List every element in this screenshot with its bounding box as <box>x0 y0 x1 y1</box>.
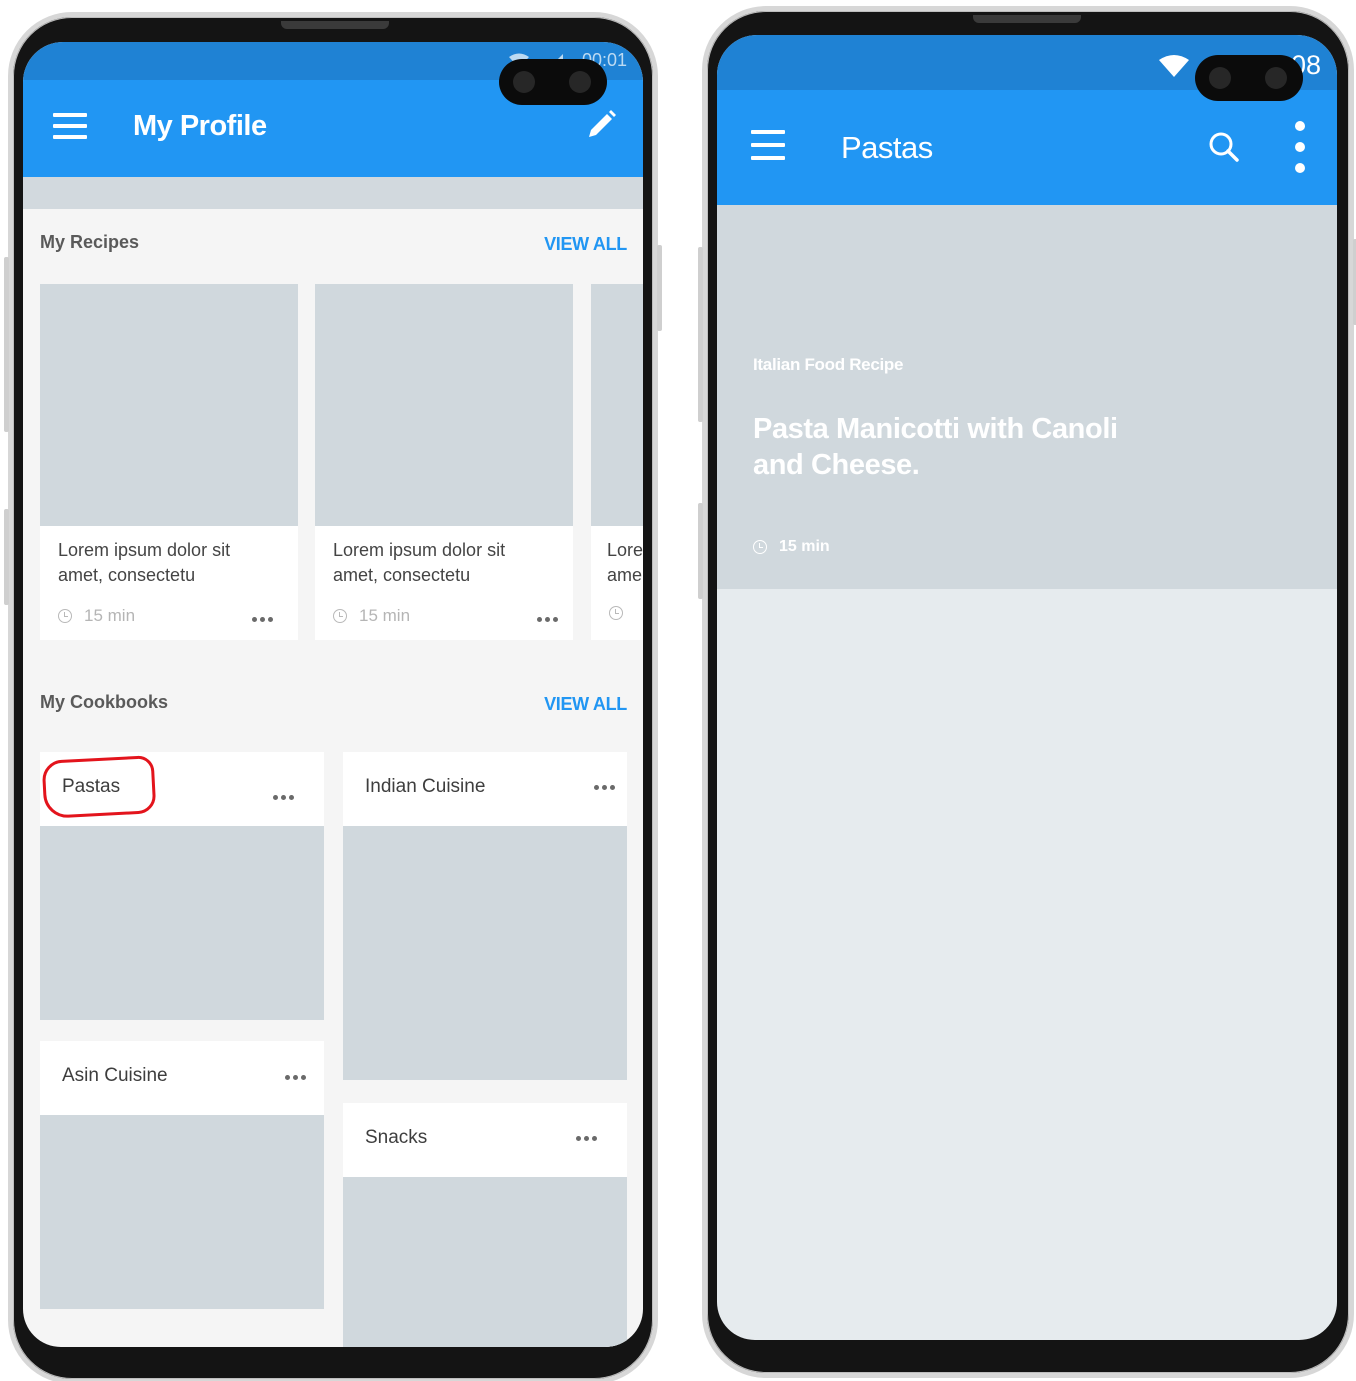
recipe-time: 15 min <box>359 606 411 625</box>
bixby-button <box>698 503 703 599</box>
hero-time: 15 min <box>779 538 830 555</box>
section-title-my-recipes: My Recipes <box>40 232 140 252</box>
recipe-line-2: amet, consectetu <box>333 565 471 585</box>
clock-icon <box>609 606 623 620</box>
hamburger-menu-icon[interactable] <box>53 113 87 139</box>
recipe-hero: Italian Food Recipe Pasta Manicotti with… <box>717 205 1337 589</box>
power-button <box>657 245 662 331</box>
recipe-card[interactable]: Lore ame <box>591 284 643 640</box>
recipe-image-placeholder <box>315 284 573 526</box>
hamburger-menu-icon[interactable] <box>751 130 785 162</box>
search-icon[interactable] <box>1207 130 1241 164</box>
more-horizontal-icon[interactable] <box>285 1075 306 1080</box>
cookbook-card-asin-cuisine[interactable]: Asin Cuisine <box>40 1041 324 1309</box>
divider-strip <box>23 177 643 209</box>
cookbook-image-placeholder <box>40 826 324 1020</box>
more-horizontal-icon[interactable] <box>594 785 615 790</box>
hero-subtitle: Italian Food Recipe <box>753 355 904 374</box>
recipe-meta: 15 min <box>333 606 410 626</box>
more-vertical-icon[interactable] <box>1293 120 1307 174</box>
recipe-card[interactable]: Lorem ipsum dolor sit amet, consectetu 1… <box>40 284 298 640</box>
bixby-button <box>4 509 9 605</box>
more-horizontal-icon[interactable] <box>576 1136 597 1141</box>
recipe-card[interactable]: Lorem ipsum dolor sit amet, consectetu 1… <box>315 284 573 640</box>
recipe-line-1: Lorem ipsum dolor sit <box>58 540 231 560</box>
recipe-line-1: Lorem ipsum dolor sit <box>333 540 506 560</box>
speaker <box>973 15 1081 23</box>
wifi-icon <box>1159 54 1190 77</box>
app-bar: Pastas <box>717 90 1337 205</box>
recipe-line-1: Lore <box>607 540 643 560</box>
volume-button <box>4 257 9 432</box>
hero-title-line-1: Pasta Manicotti with Canoli <box>753 413 1118 445</box>
more-horizontal-icon[interactable] <box>537 617 558 622</box>
section-title-my-cookbooks: My Cookbooks <box>40 692 169 712</box>
cookbook-image-placeholder <box>40 1115 324 1309</box>
cookbook-label: Asin Cuisine <box>62 1065 168 1086</box>
cookbook-image-placeholder <box>343 826 627 1080</box>
cookbook-card-snacks[interactable]: Snacks <box>343 1103 627 1347</box>
recipe-description: Lorem ipsum dolor sit amet, consectetu <box>333 538 533 588</box>
recipe-line-2: ame <box>607 565 643 585</box>
recipe-meta: 15 min <box>58 606 135 626</box>
volume-button <box>698 247 703 422</box>
more-horizontal-icon[interactable] <box>252 617 273 622</box>
view-all-cookbooks-link[interactable]: VIEW ALL <box>544 694 627 715</box>
more-horizontal-icon[interactable] <box>273 795 294 800</box>
red-circle-annotation <box>41 755 157 819</box>
front-camera <box>499 59 607 105</box>
hero-meta: 15 min <box>753 538 830 556</box>
cookbook-label: Indian Cuisine <box>365 776 486 797</box>
cookbook-header: Snacks <box>343 1103 627 1175</box>
recipe-description: Lore ame <box>607 538 643 588</box>
recipe-description: Lorem ipsum dolor sit amet, consectetu <box>58 538 258 588</box>
recipe-line-2: amet, consectetu <box>58 565 196 585</box>
cookbook-header: Indian Cuisine <box>343 752 627 824</box>
recipe-time: 15 min <box>84 606 136 625</box>
recipe-image-placeholder <box>591 284 643 526</box>
pencil-icon[interactable] <box>585 109 617 141</box>
screen-pastas: 00:08 Pastas Italian Food Recipe Pasta M… <box>717 35 1337 1340</box>
clock-icon <box>753 540 767 554</box>
cookbook-card-indian-cuisine[interactable]: Indian Cuisine <box>343 752 627 1080</box>
cookbook-header: Asin Cuisine <box>40 1041 324 1113</box>
cookbook-image-placeholder <box>343 1177 627 1347</box>
clock-icon <box>333 609 347 623</box>
phone-frame-left: 00:01 My Profile My Recipes VIEW ALL Lor… <box>4 12 662 1381</box>
screen-my-profile: 00:01 My Profile My Recipes VIEW ALL Lor… <box>23 42 643 1347</box>
hero-title-line-2: and Cheese. <box>753 449 920 481</box>
speaker <box>281 21 389 29</box>
page-title: Pastas <box>841 130 933 165</box>
page-title: My Profile <box>133 110 267 142</box>
phone-frame-right: 00:08 Pastas Italian Food Recipe Pasta M… <box>698 6 1356 1378</box>
recipe-meta <box>609 606 623 620</box>
cookbook-label: Snacks <box>365 1127 428 1148</box>
recipe-image-placeholder <box>40 284 298 526</box>
hero-title: Pasta Manicotti with Canoli and Cheese. <box>753 411 1153 483</box>
front-camera <box>1195 55 1303 101</box>
clock-icon <box>58 609 72 623</box>
view-all-recipes-link[interactable]: VIEW ALL <box>544 234 627 255</box>
